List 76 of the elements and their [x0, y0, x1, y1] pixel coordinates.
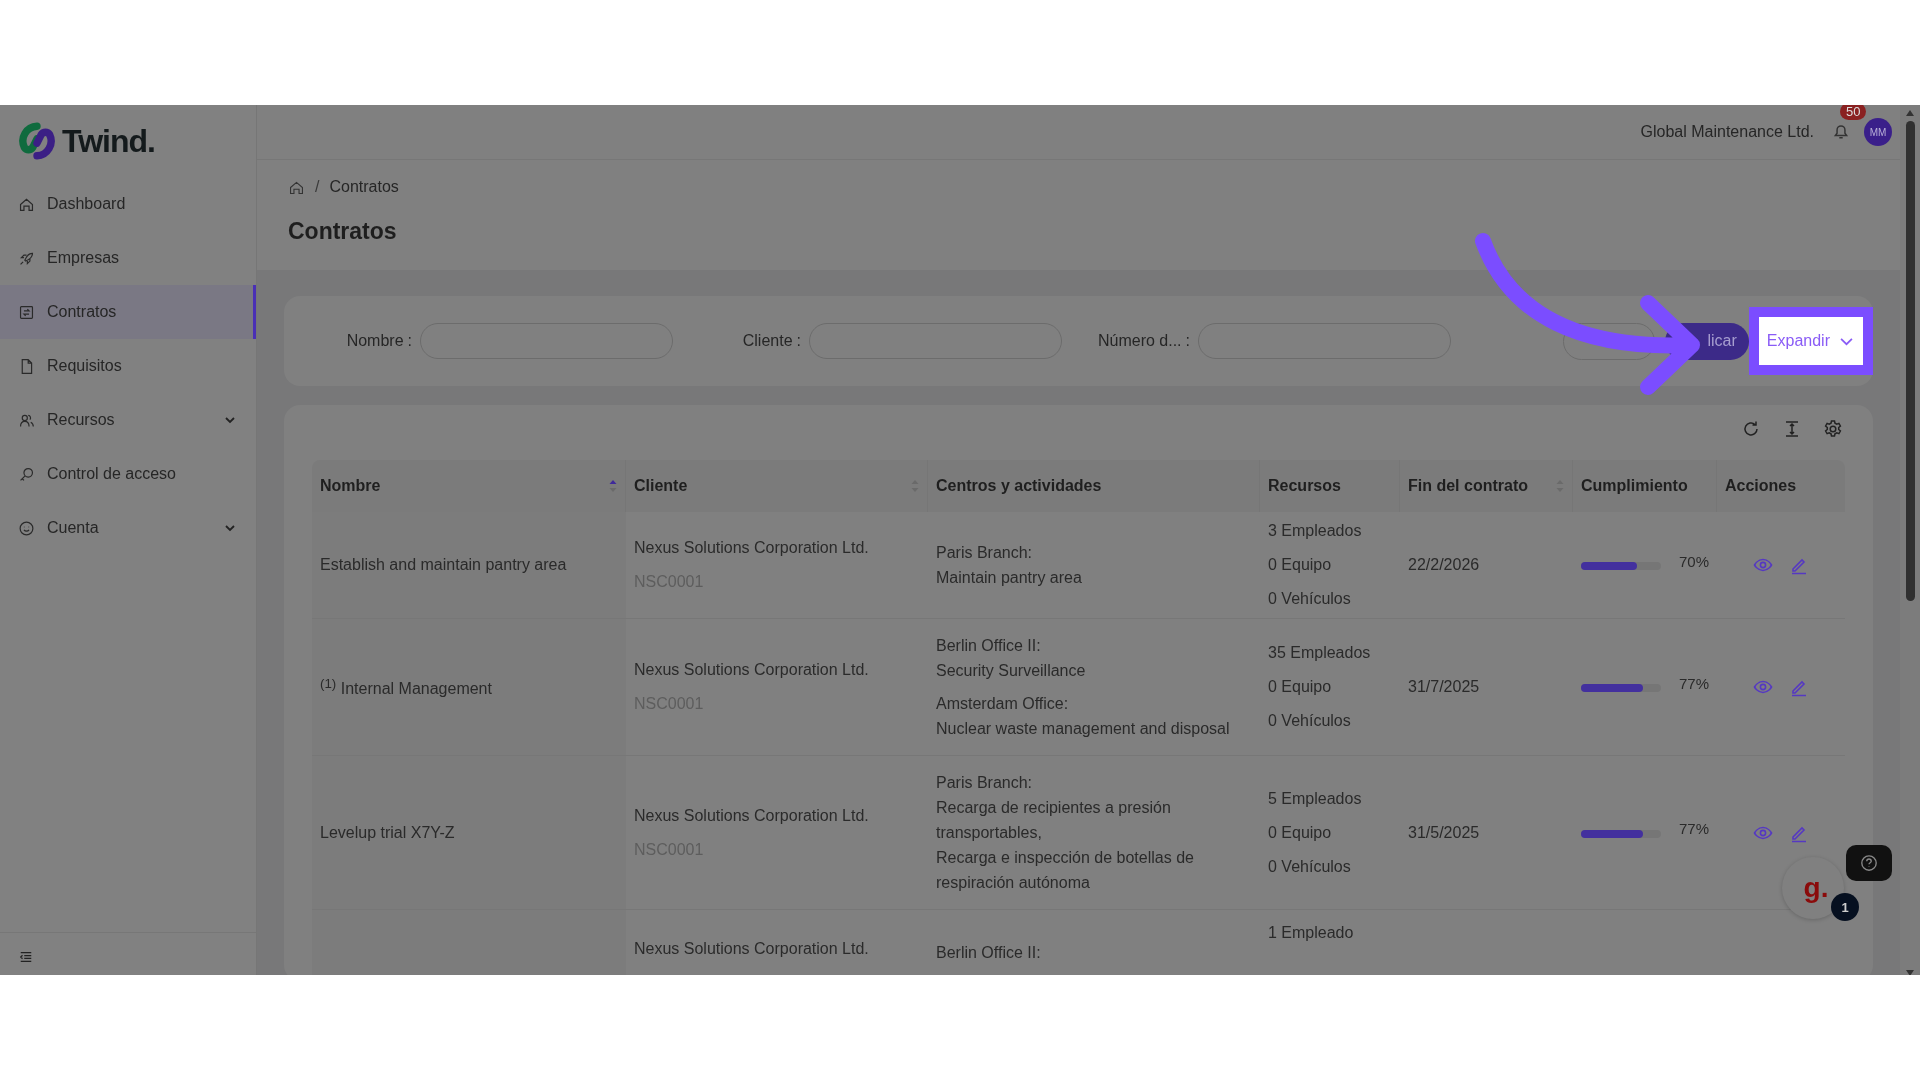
resource-count: 0 Equipo	[1268, 822, 1333, 843]
sidebar-item[interactable]: Cuenta	[0, 501, 256, 555]
progress-percent: 70%	[1678, 552, 1709, 570]
sidebar-item[interactable]: Empresas	[0, 231, 256, 285]
help-button[interactable]	[1846, 845, 1892, 881]
question-icon	[1860, 854, 1878, 872]
activity-name: Maintain pantry area	[936, 568, 1083, 588]
client-name: Nexus Solutions Corporation Ltd.	[634, 939, 870, 959]
colon: :	[407, 332, 412, 350]
filter-label: Nombre	[346, 332, 404, 350]
progress-percent: 77%	[1678, 674, 1709, 692]
notification-badge: 50	[1840, 105, 1867, 120]
brand-name: Twind.	[62, 122, 155, 160]
activity-name: Security Surveillance	[936, 661, 1087, 681]
resource-count: 0 Equipo	[1268, 677, 1333, 697]
resource-count: 1 Empleado	[1268, 923, 1355, 943]
sidebar-item[interactable]: Contratos	[0, 285, 256, 339]
document-icon	[18, 303, 35, 321]
column-header: Recursos	[1268, 477, 1341, 495]
key-icon	[18, 465, 35, 483]
site-name: Amsterdam Office:	[936, 694, 1070, 714]
scrollbar[interactable]	[1900, 105, 1920, 975]
client-name: Nexus Solutions Corporation Ltd.	[634, 805, 870, 826]
expand-button[interactable]: Expandir	[1748, 307, 1873, 375]
sidebar-item[interactable]: Recursos	[0, 393, 256, 447]
scrollbar-thumb[interactable]	[1905, 121, 1915, 601]
colon: :	[796, 332, 801, 350]
breadcrumb-separator: /	[315, 178, 320, 196]
progress-percent: 77%	[1678, 820, 1709, 837]
end-date: 31/5/2025	[1408, 823, 1481, 842]
column-header: Cliente	[634, 477, 688, 495]
activity-name: Recarga e inspección de botellas de respiración autónoma	[936, 848, 1195, 893]
table-cell: Levelup trial X7Y-Z	[312, 756, 626, 909]
scroll-down-icon[interactable]	[1905, 969, 1915, 975]
sidebar-item[interactable]: Control de acceso	[0, 447, 256, 501]
user-avatar[interactable]: MM	[1864, 118, 1892, 146]
breadcrumb-item: Contratos	[329, 178, 399, 196]
site-name: Berlin Office II:	[936, 943, 1042, 963]
colon: :	[1185, 332, 1190, 350]
filter-label: Cliente	[742, 332, 793, 350]
table-cell: Establish and maintain pantry area	[312, 512, 626, 618]
smiley-icon	[18, 519, 35, 537]
site-name: Paris Branch:	[936, 773, 1034, 793]
scroll-up-icon[interactable]	[1905, 109, 1915, 117]
sidebar-item[interactable]: Dashboard	[0, 177, 256, 231]
column-header: Nombre	[320, 477, 381, 495]
resource-count: 0 Vehículos	[1268, 856, 1352, 877]
client-name: Nexus Solutions Corporation Ltd.	[634, 538, 870, 558]
column-header: Acciones	[1725, 477, 1797, 495]
site-name: Paris Branch:	[936, 543, 1034, 563]
sort-icon[interactable]	[609, 479, 617, 493]
activity-name: Nuclear waste management and disposal	[936, 719, 1231, 739]
resource-count: 0 Vehículos	[1268, 711, 1352, 731]
sidebar-item[interactable]: Requisitos	[0, 339, 256, 393]
resource-count: 0 Equipo	[1268, 555, 1333, 575]
column-header: Cumplimiento	[1581, 477, 1688, 495]
resource-count: 5 Empleados	[1268, 788, 1363, 809]
collapse-menu-icon[interactable]	[19, 950, 33, 964]
refresh-icon[interactable]	[1741, 419, 1761, 439]
column-header: Fin del contrato	[1408, 477, 1528, 495]
end-date: 31/7/2025	[1408, 678, 1481, 696]
filter-label: Número d...	[1097, 332, 1182, 350]
client-name: Nexus Solutions Corporation Ltd.	[634, 660, 870, 680]
resource-count: 3 Empleados	[1268, 521, 1363, 541]
company-name: Global Maintenance Ltd.	[1640, 123, 1814, 141]
site-name: Berlin Office II:	[936, 636, 1042, 656]
settings-icon[interactable]	[1823, 419, 1843, 439]
end-date: 22/2/2026	[1408, 556, 1481, 574]
table-cell: $^{(1)}$ Internal Management	[312, 619, 626, 755]
bell-icon[interactable]	[1832, 122, 1850, 140]
resource-count: 35 Empleados	[1268, 643, 1372, 663]
column-header: Centros y actividades	[936, 477, 1102, 495]
resource-count: 0 Vehículos	[1268, 589, 1352, 609]
logo-icon	[18, 122, 56, 160]
page-title: Contratos	[288, 217, 398, 246]
activity-name: Recarga de recipientes a presión transportables,	[936, 798, 1172, 843]
